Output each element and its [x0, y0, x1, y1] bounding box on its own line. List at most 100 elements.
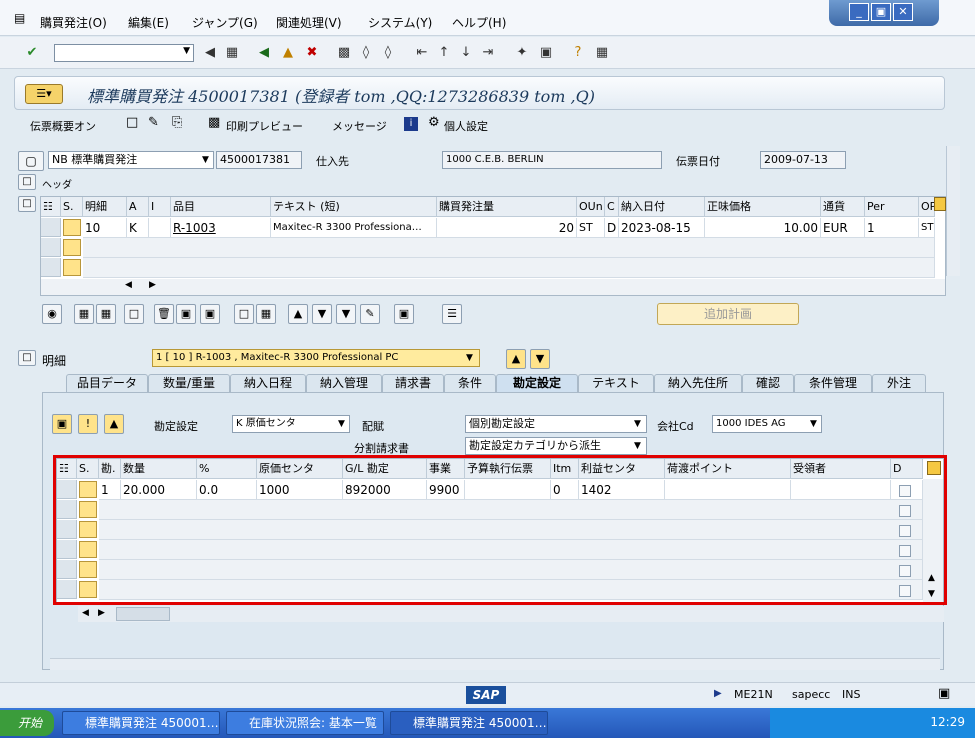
tab-subcontracting[interactable]: 外注 [872, 374, 926, 392]
column-header[interactable]: 通貨 [821, 197, 865, 217]
help-icon[interactable]: ? [570, 45, 586, 61]
column-config-icon[interactable] [934, 197, 946, 211]
menu-jump[interactable]: ジャンプ(G) [192, 14, 258, 31]
first-page-icon[interactable]: ⇤ [414, 45, 430, 61]
menu-purchase-order[interactable]: 購買発注(O) [40, 14, 107, 31]
additional-planning-button[interactable]: 追加計画 [657, 303, 799, 325]
currency[interactable]: EUR [821, 218, 865, 238]
tab-confirmations[interactable]: 確認 [742, 374, 794, 392]
personal-settings-icon[interactable]: ⚙ [428, 115, 440, 130]
menu-edit[interactable]: 編集(E) [128, 14, 169, 31]
chevron-down-icon[interactable]: ▼ [338, 419, 345, 429]
column-header[interactable]: S. [61, 197, 83, 217]
layout-icon[interactable]: ▦ [594, 45, 610, 61]
config-icon[interactable]: ☰ [442, 304, 462, 324]
short-text[interactable]: Maxitec-R 3300 Professiona… [271, 218, 437, 238]
select-all-icon[interactable]: ▦ [74, 304, 94, 324]
close-icon[interactable]: ✕ [893, 3, 913, 21]
menu-icon[interactable]: ▤ [14, 11, 25, 25]
menu-environment[interactable]: 関連処理(V) [276, 14, 342, 31]
start-button[interactable]: 开始 [0, 710, 54, 736]
taskbar-item[interactable]: 在庫状況照会: 基本一覧 [226, 711, 384, 735]
empty-row[interactable] [83, 258, 935, 278]
prev-item-icon[interactable]: ▲ [506, 349, 526, 369]
cancel-icon[interactable]: ✖ [304, 45, 320, 61]
empty-row[interactable] [83, 238, 935, 258]
print-icon[interactable]: ▩ [336, 45, 352, 61]
chevron-down-icon[interactable]: ▼ [202, 155, 209, 165]
tab-texts[interactable]: テキスト [578, 374, 654, 392]
find-next-icon[interactable]: ◊ [380, 45, 396, 61]
document-overview-button[interactable]: 伝票概要オン [30, 118, 96, 134]
column-header[interactable]: OUn [577, 197, 605, 217]
acct-multi-icon[interactable]: ▲ [104, 414, 124, 434]
personal-settings-button[interactable]: 個人設定 [444, 118, 488, 134]
order-price-unit[interactable]: ST [919, 218, 935, 238]
row-selector[interactable] [41, 258, 61, 277]
tab-account-assignment[interactable]: 勘定設定 [496, 374, 578, 392]
chevron-down-icon[interactable]: ▼ [466, 353, 473, 363]
tab-conditions[interactable]: 条件 [444, 374, 496, 392]
company-code-select[interactable]: 1000 IDES AG [712, 415, 822, 433]
vendor-field[interactable]: 1000 C.E.B. BERLIN [442, 151, 662, 169]
filter-set-icon[interactable]: ▼ [336, 304, 356, 324]
restore-icon[interactable]: ▣ [871, 3, 891, 21]
copy-icon[interactable]: □ [234, 304, 254, 324]
column-header[interactable]: I [149, 197, 171, 217]
row-selector[interactable] [41, 238, 61, 257]
column-header[interactable]: 品目 [171, 197, 271, 217]
collapse-detail-icon[interactable]: □ [18, 350, 36, 366]
column-header[interactable]: 購買発注量 [437, 197, 577, 217]
doc-date-field[interactable]: 2009-07-13 [760, 151, 846, 169]
scroll-left-icon[interactable]: ◀ [82, 608, 89, 618]
table-select-all[interactable]: ☷ [41, 197, 61, 217]
deselect-all-icon[interactable]: ▦ [96, 304, 116, 324]
tab-delivery-schedule[interactable]: 納入日程 [230, 374, 306, 392]
change-display-icon[interactable]: ✎ [148, 115, 159, 130]
bottom-scrollbar[interactable] [50, 658, 940, 670]
horizontal-scrollbar[interactable]: ◀ ▶ [41, 279, 945, 295]
last-page-icon[interactable]: ⇥ [480, 45, 496, 61]
shortcut-icon[interactable]: ▣ [538, 45, 554, 61]
collapse-items-icon[interactable]: □ [18, 196, 36, 212]
save-icon[interactable]: ▦ [224, 45, 240, 61]
tab-quantities[interactable]: 数量/重量 [148, 374, 230, 392]
price-unit[interactable]: 1 [865, 218, 919, 238]
scroll-right-icon[interactable]: ▶ [149, 280, 156, 290]
scroll-thumb[interactable] [116, 607, 170, 621]
menu-system[interactable]: システム(Y) [368, 14, 432, 31]
column-header[interactable]: Per [865, 197, 919, 217]
chevron-down-icon[interactable]: ▼ [183, 46, 190, 56]
net-price[interactable]: 10.00 [705, 218, 821, 238]
default-values-icon[interactable]: ✎ [360, 304, 380, 324]
sort-icon[interactable]: ▲ [288, 304, 308, 324]
scroll-left-icon[interactable]: ◀ [125, 280, 132, 290]
status-toggle-icon[interactable]: ▶ [714, 688, 722, 699]
taskbar-item[interactable]: 標準購買発注 450001… [390, 711, 548, 735]
paste-icon[interactable]: ▦ [256, 304, 276, 324]
unlock-icon[interactable]: ▣ [200, 304, 220, 324]
distribution-select[interactable]: 個別勘定設定 [465, 415, 647, 433]
document-overview-icon[interactable]: ☰▾ [25, 84, 63, 104]
doc-type-select[interactable]: NB 標準購買発注 [48, 151, 214, 169]
acct-category-select[interactable]: K 原価センタ [232, 415, 350, 433]
prev-page-icon[interactable]: ↑ [436, 45, 452, 61]
item-select[interactable]: 1 [ 10 ] R-1003 , Maxitec-R 3300 Profess… [152, 349, 480, 367]
material-link[interactable]: R-1003 [171, 218, 271, 238]
partial-invoice-select[interactable]: 勘定設定カテゴリから派生 [465, 437, 647, 455]
row-selector[interactable] [41, 218, 61, 237]
tab-delivery[interactable]: 納入管理 [306, 374, 382, 392]
delete-icon[interactable]: 🗑 [154, 304, 174, 324]
next-page-icon[interactable]: ↓ [458, 45, 474, 61]
column-header[interactable]: テキスト (短) [271, 197, 437, 217]
enter-icon[interactable]: ✔ [24, 45, 40, 61]
tab-condition-control[interactable]: 条件管理 [794, 374, 872, 392]
menu-help[interactable]: ヘルプ(H) [452, 14, 506, 31]
find-icon[interactable]: ◊ [358, 45, 374, 61]
item-number[interactable]: 10 [83, 218, 127, 238]
vertical-scrollbar[interactable] [946, 146, 960, 276]
exit-icon[interactable]: ▲ [280, 45, 296, 61]
additional-planning-icon[interactable]: ▣ [394, 304, 414, 324]
info-icon[interactable]: i [404, 117, 418, 131]
print-preview-button[interactable]: 印刷プレビュー [226, 118, 303, 134]
